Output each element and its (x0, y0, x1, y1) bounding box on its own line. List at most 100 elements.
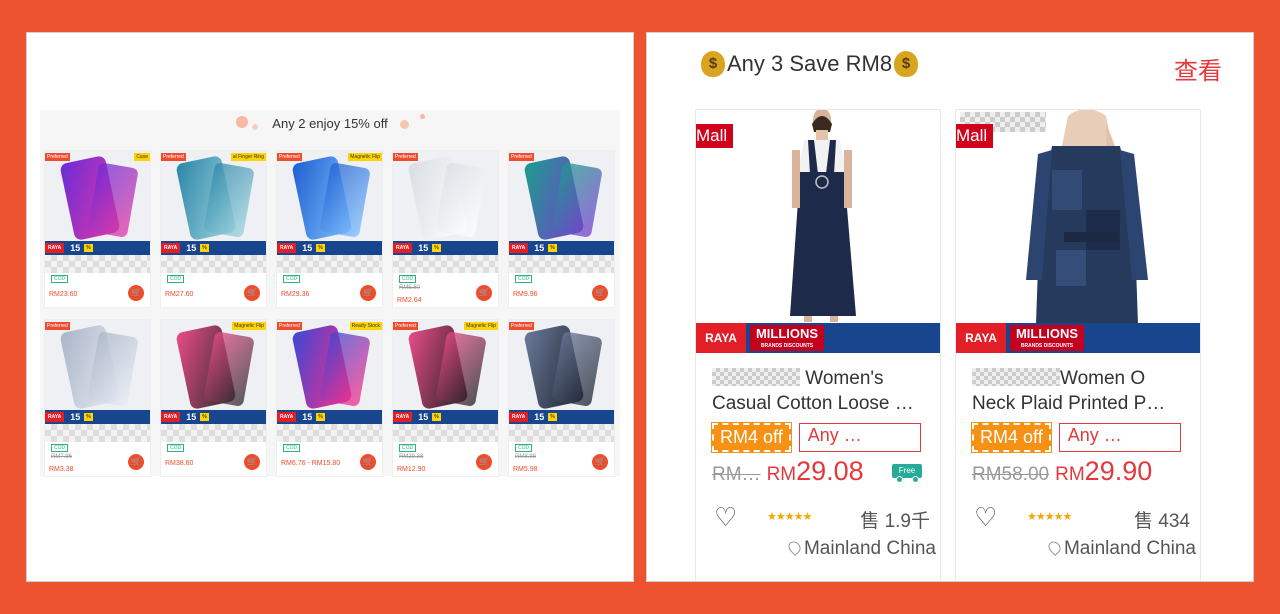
add-to-cart-icon[interactable]: 🛒 (128, 285, 144, 301)
product-name[interactable]: Women O Neck Plaid Printed P… (972, 366, 1188, 416)
location: Mainland China (785, 538, 936, 560)
promo-area: Any 2 enjoy 15% off Preferred Case RAYA 15%… (40, 110, 620, 477)
currency: RM (766, 464, 797, 485)
original-price: RM8.98 (515, 454, 537, 460)
product-name[interactable]: Women's Casual Cotton Loose … (712, 366, 928, 416)
product-image[interactable]: Preferred (45, 320, 150, 410)
blurred-area (393, 255, 498, 273)
add-to-cart-icon[interactable]: 🛒 (592, 285, 608, 301)
sold-count: 售 434 (1134, 511, 1190, 532)
original-price: RM7.96 (51, 454, 73, 460)
preferred-badge: Preferred (45, 153, 70, 161)
phone-case-photo (393, 320, 498, 410)
wheel (912, 476, 919, 483)
product-card[interactable]: Preferred RAYA 15% COD RM5.60 RM2.64 🛒 (392, 150, 499, 308)
discount-15-label: 15 (186, 412, 197, 422)
product-image[interactable]: Preferred (509, 320, 614, 410)
add-to-cart-icon[interactable]: 🛒 (476, 454, 492, 470)
raya-label: RAYA (393, 412, 413, 422)
product-card[interactable]: Preferred Magnetic Flip RAYA 15% COD RM29.38 R… (392, 319, 499, 477)
price: RM12.90 (397, 466, 426, 473)
percent-tag: % (200, 413, 209, 421)
product-image[interactable]: Magnetic Flip (161, 320, 266, 410)
voucher-badges: RM4 off Any … (711, 422, 921, 453)
discount-15-label: 15 (534, 412, 545, 422)
product-tag: Magnetic Flip (464, 322, 498, 330)
product-stats: ♡ ★★★★★ 售 434 (972, 504, 1190, 532)
location-text: Mainland China (803, 538, 936, 559)
add-to-cart-icon[interactable]: 🛒 (128, 454, 144, 470)
product-image[interactable]: Preferred al Finger Ring (161, 151, 266, 241)
product-card[interactable]: Preferred RAYA 15% COD RM8.98 RM5.98 🛒 (508, 319, 615, 477)
discount-15-label: 15 (418, 412, 429, 422)
cod-badge: COD (167, 275, 185, 283)
add-to-cart-icon[interactable]: 🛒 (592, 454, 608, 470)
product-image[interactable]: Preferred Magnetic Flip (277, 151, 382, 241)
cod-badge: COD (399, 444, 417, 452)
millions-sub: BRANDS DISCOUNTS (760, 343, 814, 349)
percent-tag: % (200, 244, 209, 252)
product-tag: Magnetic Flip (232, 322, 266, 330)
raya-banner: RAYA 15% (277, 410, 382, 424)
cod-badge: COD (283, 275, 301, 283)
product-card[interactable]: Preferred RAYA 15% COD RM7.96 RM3.38 🛒 (44, 319, 151, 477)
price-value: 29.08 (796, 456, 864, 486)
blurred-area (45, 424, 150, 442)
mall-badge: Mall (956, 124, 994, 148)
sale-price: RM29.08 (767, 456, 864, 487)
percent-tag: % (548, 244, 557, 252)
price: RM27.60 (165, 291, 194, 298)
blurred-brand (972, 368, 1060, 386)
add-to-cart-icon[interactable]: 🛒 (244, 285, 260, 301)
location-pin-icon (1045, 539, 1063, 556)
product-image[interactable]: Mall RAYA MILLIONS BRANDS DISCOUNTS (696, 110, 940, 353)
product-card[interactable]: Preferred Case RAYA 15% COD RM23.60 🛒 (44, 150, 151, 308)
price-value: 29.90 (1084, 456, 1153, 486)
original-price: RM5.60 (399, 285, 421, 291)
cod-badge: COD (515, 444, 533, 452)
millions-label: MILLIONS BRANDS DISCOUNTS (750, 325, 824, 351)
product-card[interactable]: Preferred Magnetic Flip RAYA 15% COD RM29.36 🛒 (276, 150, 383, 308)
raya-millions-banner: RAYA MILLIONS BRANDS DISCOUNTS (696, 323, 940, 353)
raya-banner: RAYA 15% (509, 410, 614, 424)
product-card[interactable]: Preferred al Finger Ring RAYA 15% COD RM27.60… (160, 150, 267, 308)
add-to-cart-icon[interactable]: 🛒 (244, 454, 260, 470)
product-card[interactable]: Mall RAYA MILLIONS BRANDS DISCOUNTS Wome… (695, 109, 941, 581)
sale-price: RM29.90 (1055, 456, 1152, 487)
money-bag-icon (894, 51, 919, 77)
preferred-badge: Preferred (45, 322, 70, 330)
blurred-area (277, 255, 382, 273)
product-image[interactable]: Preferred Magnetic Flip (393, 320, 498, 410)
heart-icon[interactable]: ♡ (974, 504, 997, 530)
preferred-badge: Preferred (393, 153, 418, 161)
add-to-cart-icon[interactable]: 🛒 (360, 454, 376, 470)
product-image[interactable]: Preferred (509, 151, 614, 241)
product-image[interactable]: Preferred (393, 151, 498, 241)
product-card[interactable]: Magnetic Flip RAYA 15% COD RM38.60 🛒 (160, 319, 267, 477)
raya-label: RAYA (509, 412, 529, 422)
location-pin-icon (785, 539, 803, 556)
blurred-area (509, 424, 614, 442)
product-card[interactable]: Preferred RAYA 15% COD RM9.96 🛒 (508, 150, 615, 308)
cod-badge: COD (167, 444, 185, 452)
money-bag-icon (701, 51, 725, 77)
phone-case-photo (45, 151, 150, 241)
percent-tag: % (432, 413, 441, 421)
product-image[interactable]: Mall RAYA MILLIONS BRANDS DISCOUNTS (956, 110, 1200, 353)
discount-15-label: 15 (70, 243, 81, 253)
add-to-cart-icon[interactable]: 🛒 (360, 285, 376, 301)
raya-label: RAYA (277, 412, 297, 422)
phone-case-photo (161, 151, 266, 241)
product-image[interactable]: Preferred Case (45, 151, 150, 241)
discount-badge: RM4 off (711, 422, 792, 453)
product-card[interactable]: Preferred Ready Stock RAYA 15% COD RM6.76 - R… (276, 319, 383, 477)
product-card[interactable]: Mall RAYA MILLIONS BRANDS DISCOUNTS Women… (955, 109, 1201, 581)
heart-icon[interactable]: ♡ (714, 504, 737, 530)
product-image[interactable]: Preferred Ready Stock (277, 320, 382, 410)
blurred-area (161, 255, 266, 273)
price: RM38.60 (165, 460, 194, 467)
free-shipping-icon: Free (892, 462, 928, 484)
view-more-link[interactable]: 查看 (1174, 51, 1222, 86)
add-to-cart-icon[interactable]: 🛒 (476, 285, 492, 301)
raya-label: RAYA (277, 243, 297, 253)
